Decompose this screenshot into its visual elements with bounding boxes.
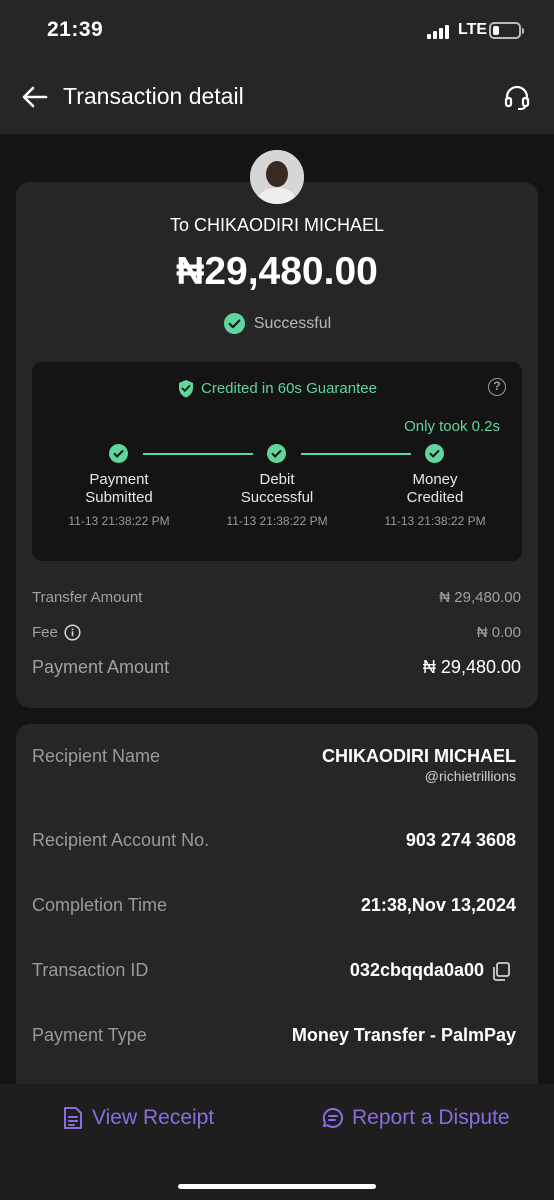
step-label-line: Credited [406,489,464,506]
help-icon[interactable]: ? [488,378,506,396]
step-label-line: Successful [240,489,314,506]
completion-time-label: Completion Time [32,895,168,915]
step-time: 11-13 21:38:22 PM [68,514,170,528]
recipient-name-value: CHIKAODIRI MICHAEL [322,746,516,766]
transaction-amount: ₦29,480.00 [176,250,378,293]
view-receipt-button[interactable]: View Receipt [62,1106,214,1130]
recipient-name-label: Recipient Name [32,746,161,766]
transaction-id-value: 032cbqqda0a00 [349,960,484,980]
shield-check-icon [179,380,194,398]
step-label-line: Submitted [85,489,153,506]
fee-label: Fee [32,624,58,641]
home-indicator [178,1184,376,1189]
transaction-details-card [16,724,538,1124]
page-title: Transaction detail [63,83,244,109]
step-time: 11-13 21:38:22 PM [384,514,486,528]
duration-label: Only took 0.2s [404,418,500,435]
copy-icon[interactable] [490,960,512,982]
status-bar: 21:39 LTE [0,0,554,60]
payment-type-label: Payment Type [32,1025,147,1045]
recipient-handle: @richietrillions [424,768,516,784]
account-no-value: 903 274 3608 [405,830,516,850]
receipt-icon [64,1107,82,1129]
recipient-avatar [250,150,304,204]
status-text: Successful [253,314,332,332]
fee-row-label: Fee [32,624,81,641]
step-check-icon [267,444,286,463]
payment-type-value: Money Transfer - PalmPay [291,1025,516,1045]
step-connector [301,453,411,455]
step-label-submitted: Payment Submitted [44,471,194,507]
report-dispute-label: Report a Dispute [352,1106,510,1129]
transaction-id-label: Transaction ID [32,960,149,980]
guarantee-title-text: Credited in 60s Guarantee [201,380,377,397]
network-label: LTE [458,21,488,38]
transfer-amount-value: ₦ 29,480.00 [439,589,521,606]
headset-icon[interactable] [502,82,532,112]
guarantee-panel: Credited in 60s Guarantee ? Only took 0.… [32,362,522,561]
step-time: 11-13 21:38:22 PM [226,514,328,528]
bottom-action-bar: View Receipt Report a Dispute [0,1084,554,1200]
step-label-credited: Money Credited [360,471,510,507]
completion-time-value: 21:38,Nov 13,2024 [360,895,516,915]
payment-amount-label: Payment Amount [32,657,170,677]
step-label-line: Debit [259,471,295,488]
check-circle-icon [223,312,245,335]
avatar-photo [250,150,304,204]
chat-bubble-icon [322,1107,343,1128]
status-badge: Successful [0,312,554,335]
recipient-line: To CHIKAODIRI MICHAEL [169,215,385,235]
app-header: Transaction detail [0,60,554,134]
step-label-line: Money [412,471,458,488]
account-no-label: Recipient Account No. [32,830,210,850]
guarantee-title: Credited in 60s Guarantee [32,379,522,398]
step-check-icon [425,444,444,463]
step-check-icon [109,444,128,463]
arrow-left-icon[interactable] [20,82,50,112]
payment-amount-value: ₦ 29,480.00 [422,657,521,677]
report-dispute-button[interactable]: Report a Dispute [322,1106,510,1130]
fee-value: ₦ 0.00 [476,624,521,641]
info-icon[interactable] [64,624,81,641]
status-time: 21:39 [47,18,104,41]
step-label-debit: Debit Successful [202,471,352,507]
step-connector [143,453,253,455]
view-receipt-label: View Receipt [92,1106,215,1129]
battery-icon [489,22,524,39]
transfer-amount-label: Transfer Amount [32,589,143,606]
step-label-line: Payment [89,471,149,488]
battery-level [493,26,499,35]
signal-icon [427,25,451,39]
